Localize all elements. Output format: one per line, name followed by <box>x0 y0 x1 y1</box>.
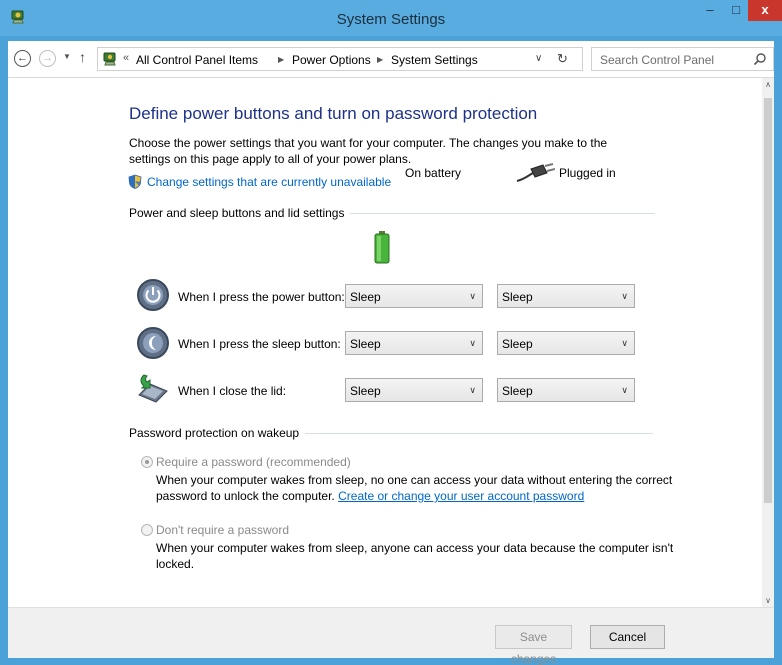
column-plugged-in: Plugged in <box>559 166 616 180</box>
uac-shield-icon <box>128 174 142 189</box>
search-placeholder: Search Control Panel <box>600 53 715 67</box>
power-button-plugged-select[interactable]: Sleep ∨ <box>497 284 635 308</box>
refresh-icon[interactable]: ↻ <box>557 51 568 67</box>
scroll-thumb[interactable] <box>764 98 772 503</box>
address-bar[interactable]: « All Control Panel Items ▶ Power Option… <box>97 47 583 71</box>
chevron-down-icon: ∨ <box>469 385 476 395</box>
window-frame: System Settings – □ x ← → ▼ ↑ « All Cont… <box>0 0 782 665</box>
sleep-button-icon <box>137 327 169 359</box>
chevron-down-icon: ∨ <box>469 291 476 301</box>
section-title-buttons: Power and sleep buttons and lid settings <box>129 206 351 220</box>
save-changes-button[interactable]: Save changes <box>495 625 572 665</box>
change-user-password-link[interactable]: Create or change your user account passw… <box>338 489 584 503</box>
close-lid-label: When I close the lid: <box>178 384 287 398</box>
window-title: System Settings <box>336 11 446 28</box>
sleep-button-plugged-select[interactable]: Sleep ∨ <box>497 331 635 355</box>
require-password-label[interactable]: Require a password (recommended) <box>156 455 351 469</box>
plug-icon <box>516 163 555 182</box>
control-panel-icon <box>103 52 116 66</box>
breadcrumb-separator-icon[interactable]: ▶ <box>377 55 383 64</box>
back-button[interactable]: ← <box>14 50 31 67</box>
no-password-description: When your computer wakes from sleep, any… <box>156 541 674 571</box>
battery-icon <box>374 231 390 264</box>
breadcrumb-separator-icon[interactable]: ▶ <box>278 55 284 64</box>
scroll-down-icon[interactable]: ∨ <box>762 596 774 605</box>
power-button-icon <box>137 279 169 311</box>
select-value: Sleep <box>502 290 533 304</box>
sleep-button-battery-select[interactable]: Sleep ∨ <box>345 331 483 355</box>
maximize-button[interactable]: □ <box>723 0 749 21</box>
vertical-scrollbar[interactable]: ∧ ∨ <box>762 78 774 607</box>
navigation-bar: ← → ▼ ↑ « All Control Panel Items ▶ Powe… <box>8 41 774 78</box>
up-button[interactable]: ↑ <box>79 49 86 65</box>
cancel-button[interactable]: Cancel <box>590 625 665 649</box>
section-title-password: Password protection on wakeup <box>129 426 306 440</box>
column-on-battery: On battery <box>405 166 462 180</box>
breadcrumb-system-settings[interactable]: System Settings <box>391 53 478 67</box>
select-value: Sleep <box>350 290 381 304</box>
chevron-down-icon: ∨ <box>469 338 476 348</box>
page-title: Define power buttons and turn on passwor… <box>129 104 538 123</box>
laptop-lid-icon <box>138 374 168 403</box>
title-bar[interactable]: System Settings – □ x <box>0 0 782 36</box>
address-overflow-chevron[interactable]: « <box>123 52 129 64</box>
scroll-up-icon[interactable]: ∧ <box>762 80 774 89</box>
breadcrumb-all-control-panel-items[interactable]: All Control Panel Items <box>136 53 258 67</box>
address-dropdown-icon[interactable]: ∨ <box>535 53 542 64</box>
search-input[interactable]: Search Control Panel <box>591 47 774 71</box>
select-value: Sleep <box>350 337 381 351</box>
select-value: Sleep <box>350 384 381 398</box>
select-value: Sleep <box>502 384 533 398</box>
close-button[interactable]: x <box>748 0 782 21</box>
close-lid-plugged-select[interactable]: Sleep ∨ <box>497 378 635 402</box>
minimize-button[interactable]: – <box>697 0 723 21</box>
require-password-description: When your computer wakes from sleep, no … <box>156 472 676 504</box>
sleep-button-label: When I press the sleep button: <box>178 337 341 351</box>
footer-bar: Save changes Cancel <box>8 607 774 665</box>
chevron-down-icon: ∨ <box>621 291 628 301</box>
chevron-down-icon: ∨ <box>621 338 628 348</box>
search-icon[interactable] <box>753 52 767 66</box>
page-description: Choose the power settings that you want … <box>129 136 608 166</box>
recent-locations-button[interactable]: ▼ <box>63 52 71 61</box>
power-button-battery-select[interactable]: Sleep ∨ <box>345 284 483 308</box>
require-password-radio[interactable] <box>141 456 153 468</box>
chevron-down-icon: ∨ <box>621 385 628 395</box>
no-password-label[interactable]: Don't require a password <box>156 523 289 537</box>
power-button-label: When I press the power button: <box>178 290 345 304</box>
change-settings-link[interactable]: Change settings that are currently unava… <box>147 175 391 189</box>
select-value: Sleep <box>502 337 533 351</box>
no-password-radio[interactable] <box>141 524 153 536</box>
breadcrumb-power-options[interactable]: Power Options <box>292 53 371 67</box>
close-lid-battery-select[interactable]: Sleep ∨ <box>345 378 483 402</box>
forward-button[interactable]: → <box>39 50 56 67</box>
main-content: Define power buttons and turn on passwor… <box>8 78 774 607</box>
